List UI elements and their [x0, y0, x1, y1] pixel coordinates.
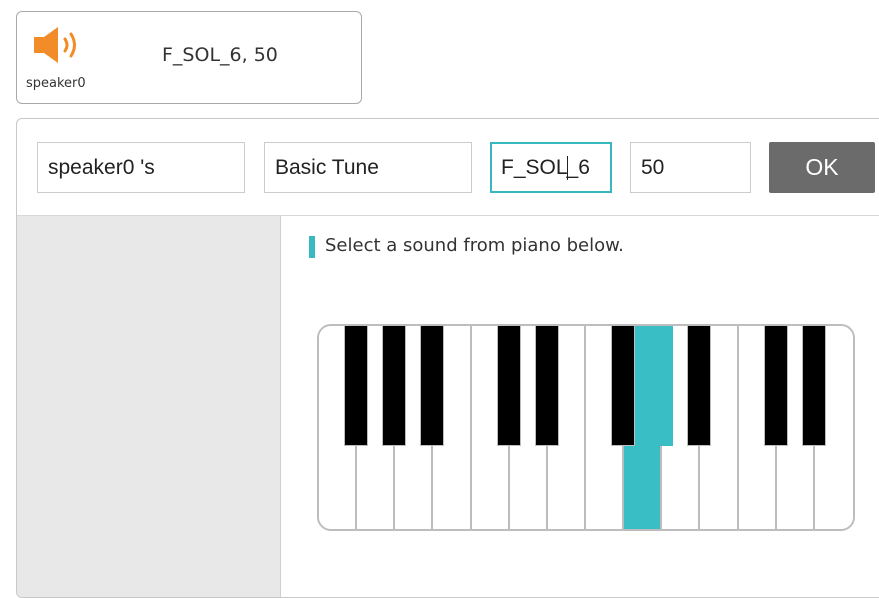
- speaker-name-label: speaker0: [26, 76, 86, 91]
- piano-black-key[interactable]: [687, 326, 712, 446]
- piano-black-key[interactable]: [763, 326, 788, 446]
- piano-black-key[interactable]: [496, 326, 521, 446]
- note-input[interactable]: F_SOL_6: [490, 142, 612, 193]
- piano-keyboard: [317, 324, 855, 531]
- note-text-before-caret: F_SOL: [501, 156, 568, 179]
- tune-editor-panel: speaker0 's Basic Tune F_SOL_6 50 OK Sel…: [16, 118, 879, 598]
- editor-toolbar: speaker0 's Basic Tune F_SOL_6 50 OK: [17, 119, 879, 216]
- speaker-icon: [34, 27, 76, 63]
- piano-black-key[interactable]: [382, 326, 407, 446]
- duration-input[interactable]: 50: [630, 142, 751, 193]
- hint-accent-bar: [309, 236, 315, 258]
- left-pane: [17, 216, 281, 597]
- mode-field[interactable]: Basic Tune: [264, 142, 472, 193]
- piano-black-key[interactable]: [534, 326, 559, 446]
- note-text-after-caret: _6: [566, 156, 590, 179]
- speaker-block[interactable]: speaker0 F_SOL_6, 50: [16, 11, 362, 104]
- piano-black-key[interactable]: [344, 326, 369, 446]
- target-field[interactable]: speaker0 's: [37, 142, 245, 193]
- speaker-value-label: F_SOL_6, 50: [162, 44, 278, 66]
- piano-black-key[interactable]: [801, 326, 826, 446]
- piano-black-key[interactable]: [420, 326, 445, 446]
- piano-black-key[interactable]: [649, 326, 674, 446]
- hint-text: Select a sound from piano below.: [325, 235, 624, 256]
- ok-button[interactable]: OK: [769, 142, 875, 193]
- piano-black-key[interactable]: [611, 326, 636, 446]
